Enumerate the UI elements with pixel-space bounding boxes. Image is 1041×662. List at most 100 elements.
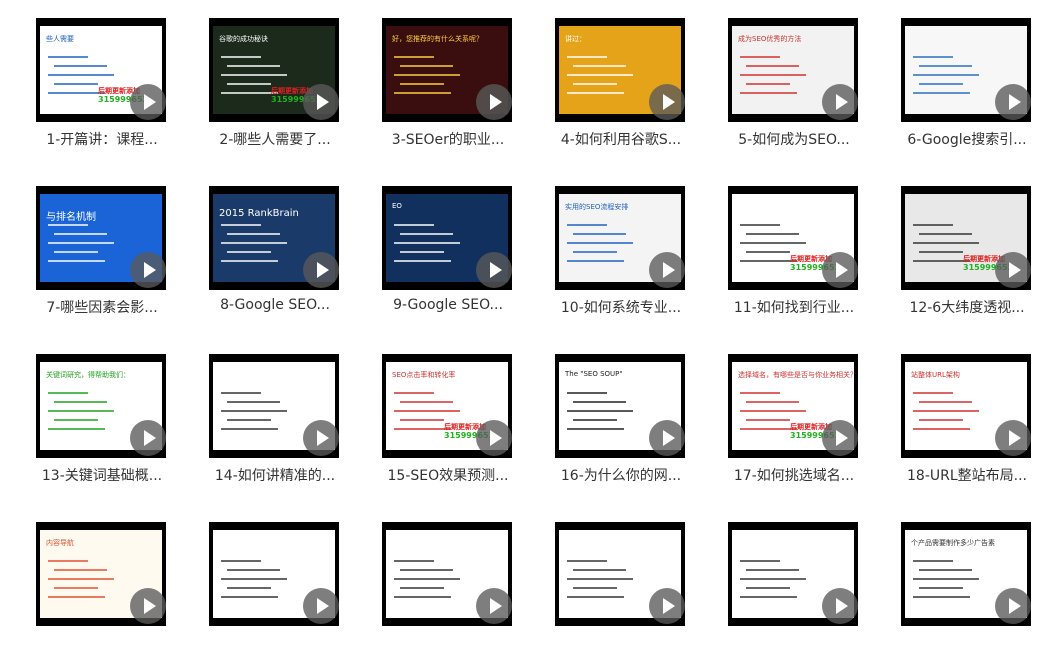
video-thumbnail[interactable]: 讲过： — [555, 18, 685, 122]
video-card[interactable]: 站整体URL架构 18-URL整站布局... — [901, 354, 1033, 494]
play-icon[interactable] — [303, 588, 339, 624]
video-card[interactable]: 14-如何讲精准的... — [209, 354, 341, 494]
video-card[interactable]: 后期更新添加 315999653 12-6大纬度透视... — [901, 186, 1033, 326]
video-thumbnail[interactable]: 个产品需要制作多少广告素 — [901, 522, 1031, 626]
video-thumbnail[interactable] — [382, 522, 512, 626]
video-thumbnail[interactable] — [901, 18, 1031, 122]
play-icon[interactable] — [476, 84, 512, 120]
video-card[interactable] — [555, 522, 687, 662]
slide-text-line — [567, 596, 624, 598]
video-card[interactable]: 讲过： 4-如何利用谷歌S... — [555, 18, 687, 158]
video-title[interactable]: 9-Google SEO... — [370, 297, 526, 313]
video-thumbnail[interactable]: 与排名机制 — [36, 186, 166, 290]
video-card[interactable]: 实用的SEO流程安排 10-如何系统专业... — [555, 186, 687, 326]
video-thumbnail[interactable] — [728, 522, 858, 626]
video-title[interactable]: 6-Google搜索引... — [889, 129, 1041, 149]
play-icon[interactable] — [649, 588, 685, 624]
play-icon[interactable] — [995, 588, 1031, 624]
video-card[interactable]: 些人需要 后期更新添加 315999653 1-开篇讲：课程... — [36, 18, 168, 158]
play-icon[interactable] — [649, 252, 685, 288]
video-thumbnail[interactable]: 2015 RankBrain — [209, 186, 339, 290]
slide-text-line — [746, 569, 799, 571]
video-thumbnail[interactable]: 选择域名，有哪些是否与你业务相关？ 后期更新添加 315999653 — [728, 354, 858, 458]
video-card[interactable]: 2015 RankBrain 8-Google SEO... — [209, 186, 341, 326]
play-icon[interactable] — [995, 420, 1031, 456]
video-title[interactable]: 10-如何系统专业... — [543, 297, 699, 317]
slide-text-line — [746, 83, 790, 85]
video-thumbnail[interactable]: 谷歌的成功秘诀 后期更新添加 315999653 — [209, 18, 339, 122]
video-title[interactable]: 3-SEOer的职业... — [370, 129, 526, 149]
video-card[interactable]: 谷歌的成功秘诀 后期更新添加 315999653 2-哪些人需要了... — [209, 18, 341, 158]
video-thumbnail[interactable]: 内容导航 — [36, 522, 166, 626]
video-card[interactable] — [728, 522, 860, 662]
play-icon[interactable] — [130, 420, 166, 456]
video-thumbnail[interactable]: 好，您推荐的有什么关系呢？ — [382, 18, 512, 122]
play-icon[interactable] — [303, 252, 339, 288]
video-card[interactable]: The "SEO SOUP" 16-为什么你的网... — [555, 354, 687, 494]
video-title[interactable]: 12-6大纬度透视... — [889, 297, 1041, 317]
video-title[interactable]: 4-如何利用谷歌S... — [543, 129, 699, 149]
video-card[interactable] — [209, 522, 341, 662]
play-icon[interactable] — [822, 588, 858, 624]
video-card[interactable]: 6-Google搜索引... — [901, 18, 1033, 158]
video-title[interactable]: 15-SEO效果预测... — [370, 465, 526, 485]
play-icon[interactable] — [303, 420, 339, 456]
slide-text-line — [567, 224, 607, 226]
video-title[interactable]: 13-关键词基础概... — [24, 465, 180, 485]
video-card[interactable]: SEO点击率和转化率 后期更新添加 315999653 15-SEO效果预测... — [382, 354, 514, 494]
play-icon[interactable] — [995, 84, 1031, 120]
video-card[interactable]: 好，您推荐的有什么关系呢？ 3-SEOer的职业... — [382, 18, 514, 158]
video-thumbnail[interactable]: 些人需要 后期更新添加 315999653 — [36, 18, 166, 122]
play-icon[interactable] — [995, 252, 1031, 288]
video-card[interactable]: 与排名机制 7-哪些因素会影... — [36, 186, 168, 326]
play-icon[interactable] — [649, 420, 685, 456]
play-icon[interactable] — [649, 84, 685, 120]
video-thumbnail[interactable]: 后期更新添加 315999653 — [901, 186, 1031, 290]
play-icon[interactable] — [476, 588, 512, 624]
video-thumbnail[interactable]: 站整体URL架构 — [901, 354, 1031, 458]
video-title[interactable]: 17-如何挑选域名... — [716, 465, 872, 485]
play-icon[interactable] — [476, 420, 512, 456]
play-icon[interactable] — [822, 252, 858, 288]
video-title[interactable]: 14-如何讲精准的... — [197, 465, 353, 485]
video-title[interactable]: 8-Google SEO... — [197, 297, 353, 313]
video-title[interactable]: 5-如何成为SEO... — [716, 129, 872, 149]
video-card[interactable]: 后期更新添加 315999653 11-如何找到行业... — [728, 186, 860, 326]
video-thumbnail[interactable]: 后期更新添加 315999653 — [728, 186, 858, 290]
video-thumbnail[interactable] — [555, 522, 685, 626]
video-card[interactable]: 个产品需要制作多少广告素 — [901, 522, 1033, 662]
video-card[interactable]: 关键词研究，得帮助我们： 13-关键词基础概... — [36, 354, 168, 494]
video-card[interactable]: 内容导航 — [36, 522, 168, 662]
video-thumbnail[interactable]: The "SEO SOUP" — [555, 354, 685, 458]
video-card[interactable]: EO 9-Google SEO... — [382, 186, 514, 326]
slide-text-line — [394, 410, 460, 412]
slide-title: 成为SEO优秀的方法 — [738, 35, 802, 43]
slide-text-line — [567, 578, 633, 580]
video-thumbnail[interactable]: EO — [382, 186, 512, 290]
video-thumbnail[interactable] — [209, 354, 339, 458]
video-card[interactable] — [382, 522, 514, 662]
video-title[interactable]: 11-如何找到行业... — [716, 297, 872, 317]
video-thumbnail[interactable]: 关键词研究，得帮助我们： — [36, 354, 166, 458]
video-title[interactable]: 18-URL整站布局... — [889, 465, 1041, 485]
video-thumbnail[interactable]: 成为SEO优秀的方法 — [728, 18, 858, 122]
play-icon[interactable] — [130, 252, 166, 288]
video-title[interactable]: 7-哪些因素会影... — [24, 297, 180, 317]
video-thumbnail[interactable] — [209, 522, 339, 626]
video-card[interactable]: 成为SEO优秀的方法 5-如何成为SEO... — [728, 18, 860, 158]
video-title[interactable]: 1-开篇讲：课程... — [24, 129, 180, 149]
play-icon[interactable] — [822, 420, 858, 456]
slide-text-line — [746, 401, 799, 403]
play-icon[interactable] — [130, 588, 166, 624]
play-icon[interactable] — [476, 252, 512, 288]
video-title[interactable]: 2-哪些人需要了... — [197, 129, 353, 149]
slide-text-line — [227, 569, 280, 571]
video-card[interactable]: 选择域名，有哪些是否与你业务相关？ 后期更新添加 315999653 17-如何挑选域… — [728, 354, 860, 494]
slide-text-line — [54, 569, 107, 571]
play-icon[interactable] — [822, 84, 858, 120]
video-thumbnail[interactable]: 实用的SEO流程安排 — [555, 186, 685, 290]
video-thumbnail[interactable]: SEO点击率和转化率 后期更新添加 315999653 — [382, 354, 512, 458]
play-icon[interactable] — [130, 84, 166, 120]
video-title[interactable]: 16-为什么你的网... — [543, 465, 699, 485]
play-icon[interactable] — [303, 84, 339, 120]
